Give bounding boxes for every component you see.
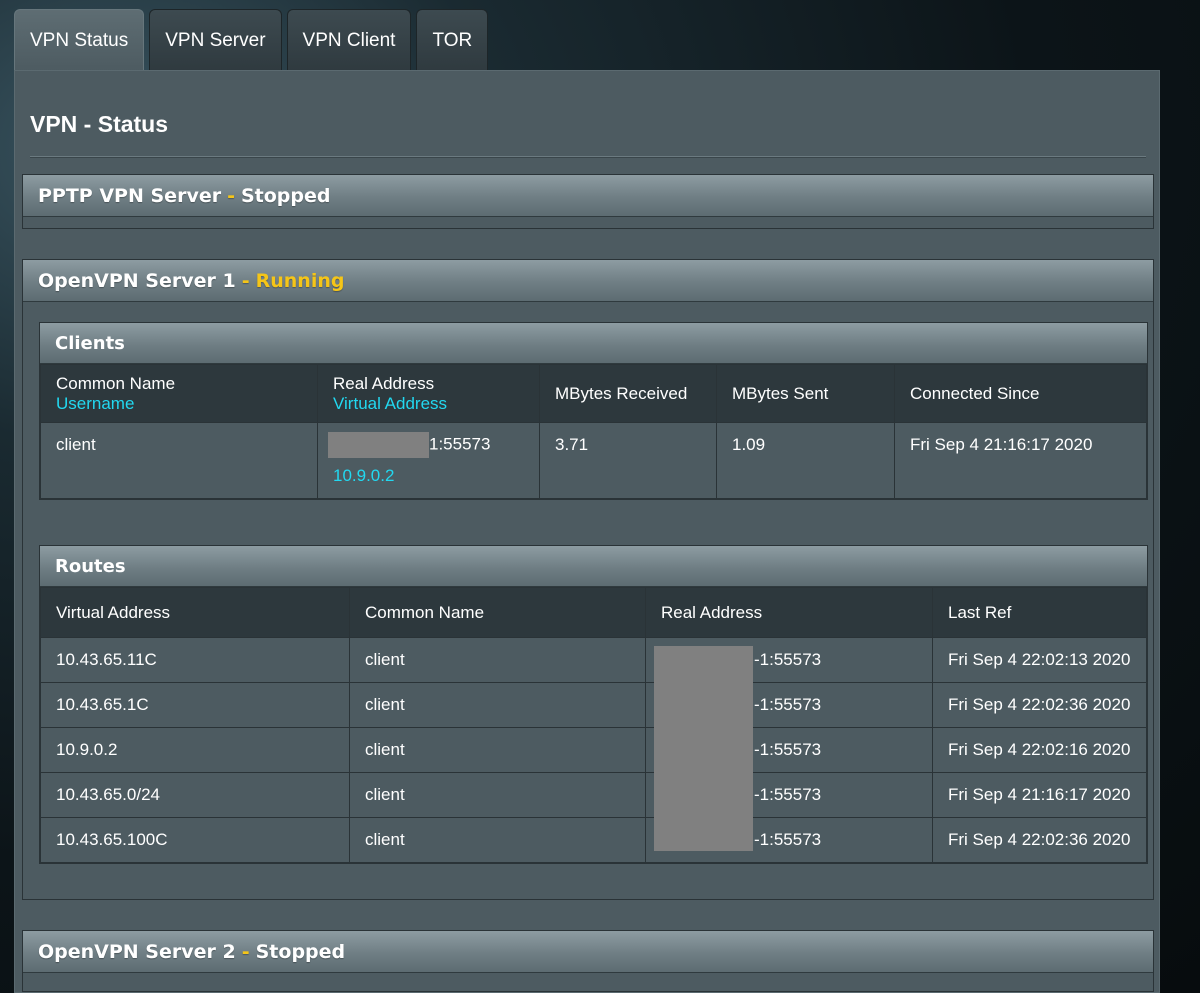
tab-bar: VPN Status VPN Server VPN Client TOR [14, 9, 489, 71]
title-divider [30, 156, 1146, 158]
redacted-ip-block [654, 646, 753, 851]
col-real-address: Real Address Virtual Address [317, 364, 540, 423]
client-mbytes-sent: 1.09 [716, 422, 895, 499]
col-route-last-ref: Last Ref [932, 587, 1147, 638]
col-username: Username [56, 393, 135, 413]
clients-box: Clients Common Name Username Real Addres… [39, 322, 1148, 500]
tab-tor[interactable]: TOR [416, 9, 489, 71]
vpn-status-page: VPN Status VPN Server VPN Client TOR VPN… [0, 0, 1200, 993]
pptp-separator: - [227, 184, 235, 207]
clients-table: Common Name Username Real Address Virtua… [40, 364, 1147, 499]
routes-box: Routes Virtual Address Common Name Real … [39, 545, 1148, 864]
openvpn-server-2-status: Stopped [255, 940, 346, 963]
openvpn-server-1-header[interactable]: OpenVPN Server 1 - Running [23, 260, 1153, 302]
col-route-common-name: Common Name [349, 587, 646, 638]
openvpn-server-2-section: OpenVPN Server 2 - Stopped [22, 930, 1154, 992]
openvpn-server-2-header[interactable]: OpenVPN Server 2 - Stopped [23, 931, 1153, 973]
table-row: 10.9.0.2 client -1:55573 Fri Sep 4 22:02… [40, 727, 1147, 773]
col-connected-since: Connected Since [894, 364, 1147, 423]
client-mbytes-received: 3.71 [539, 422, 717, 499]
openvpn-server-2-separator: - [241, 940, 250, 963]
clients-title: Clients [40, 323, 1147, 364]
openvpn-server-1-status: Running [255, 269, 345, 292]
openvpn-server-1-name: OpenVPN Server 1 [38, 269, 236, 292]
openvpn-server-2-name: OpenVPN Server 2 [38, 940, 236, 963]
table-row: 10.43.65.0/24 client -1:55573 Fri Sep 4 … [40, 772, 1147, 818]
routes-table: Virtual Address Common Name Real Address… [40, 587, 1147, 863]
table-row: 10.43.65.1C client -1:55573 Fri Sep 4 22… [40, 682, 1147, 728]
client-real-address: 1:55573 10.9.0.2 [317, 422, 540, 499]
col-mbytes-sent: MBytes Sent [716, 364, 895, 423]
table-row: 10.43.65.100C client -1:55573 Fri Sep 4 … [40, 817, 1147, 863]
pptp-status: Stopped [240, 184, 331, 207]
col-common-name: Common Name Username [40, 364, 318, 423]
page-title: VPN - Status [30, 111, 169, 137]
col-route-virtual-address: Virtual Address [40, 587, 350, 638]
redacted-ip [328, 432, 429, 458]
col-route-real-address: Real Address [645, 587, 933, 638]
col-mbytes-received: MBytes Received [539, 364, 717, 423]
tab-vpn-client[interactable]: VPN Client [286, 9, 412, 71]
table-row: client 1:55573 10.9.0.2 3.71 1.09 Fri Se… [40, 422, 1147, 499]
clients-header-row: Common Name Username Real Address Virtua… [40, 364, 1147, 423]
table-row: 10.43.65.11C client -1:55573 Fri Sep 4 2… [40, 637, 1147, 683]
client-connected-since: Fri Sep 4 21:16:17 2020 [894, 422, 1147, 499]
client-virtual-address: 10.9.0.2 [333, 466, 395, 485]
openvpn-server-1-section: OpenVPN Server 1 - Running Clients Commo… [22, 259, 1154, 900]
client-common-name: client [40, 422, 318, 499]
pptp-server-section: PPTP VPN Server - Stopped [22, 174, 1154, 229]
main-panel: VPN - Status PPTP VPN Server - Stopped O… [14, 70, 1160, 993]
tab-vpn-status[interactable]: VPN Status [14, 9, 145, 71]
routes-title: Routes [40, 546, 1147, 587]
pptp-server-name: PPTP VPN Server [38, 184, 222, 207]
tab-vpn-server[interactable]: VPN Server [149, 9, 282, 71]
pptp-server-header[interactable]: PPTP VPN Server - Stopped [23, 175, 1153, 217]
openvpn-server-1-separator: - [241, 269, 250, 292]
routes-header-row: Virtual Address Common Name Real Address… [40, 587, 1147, 638]
col-virtual-address: Virtual Address [333, 393, 448, 413]
